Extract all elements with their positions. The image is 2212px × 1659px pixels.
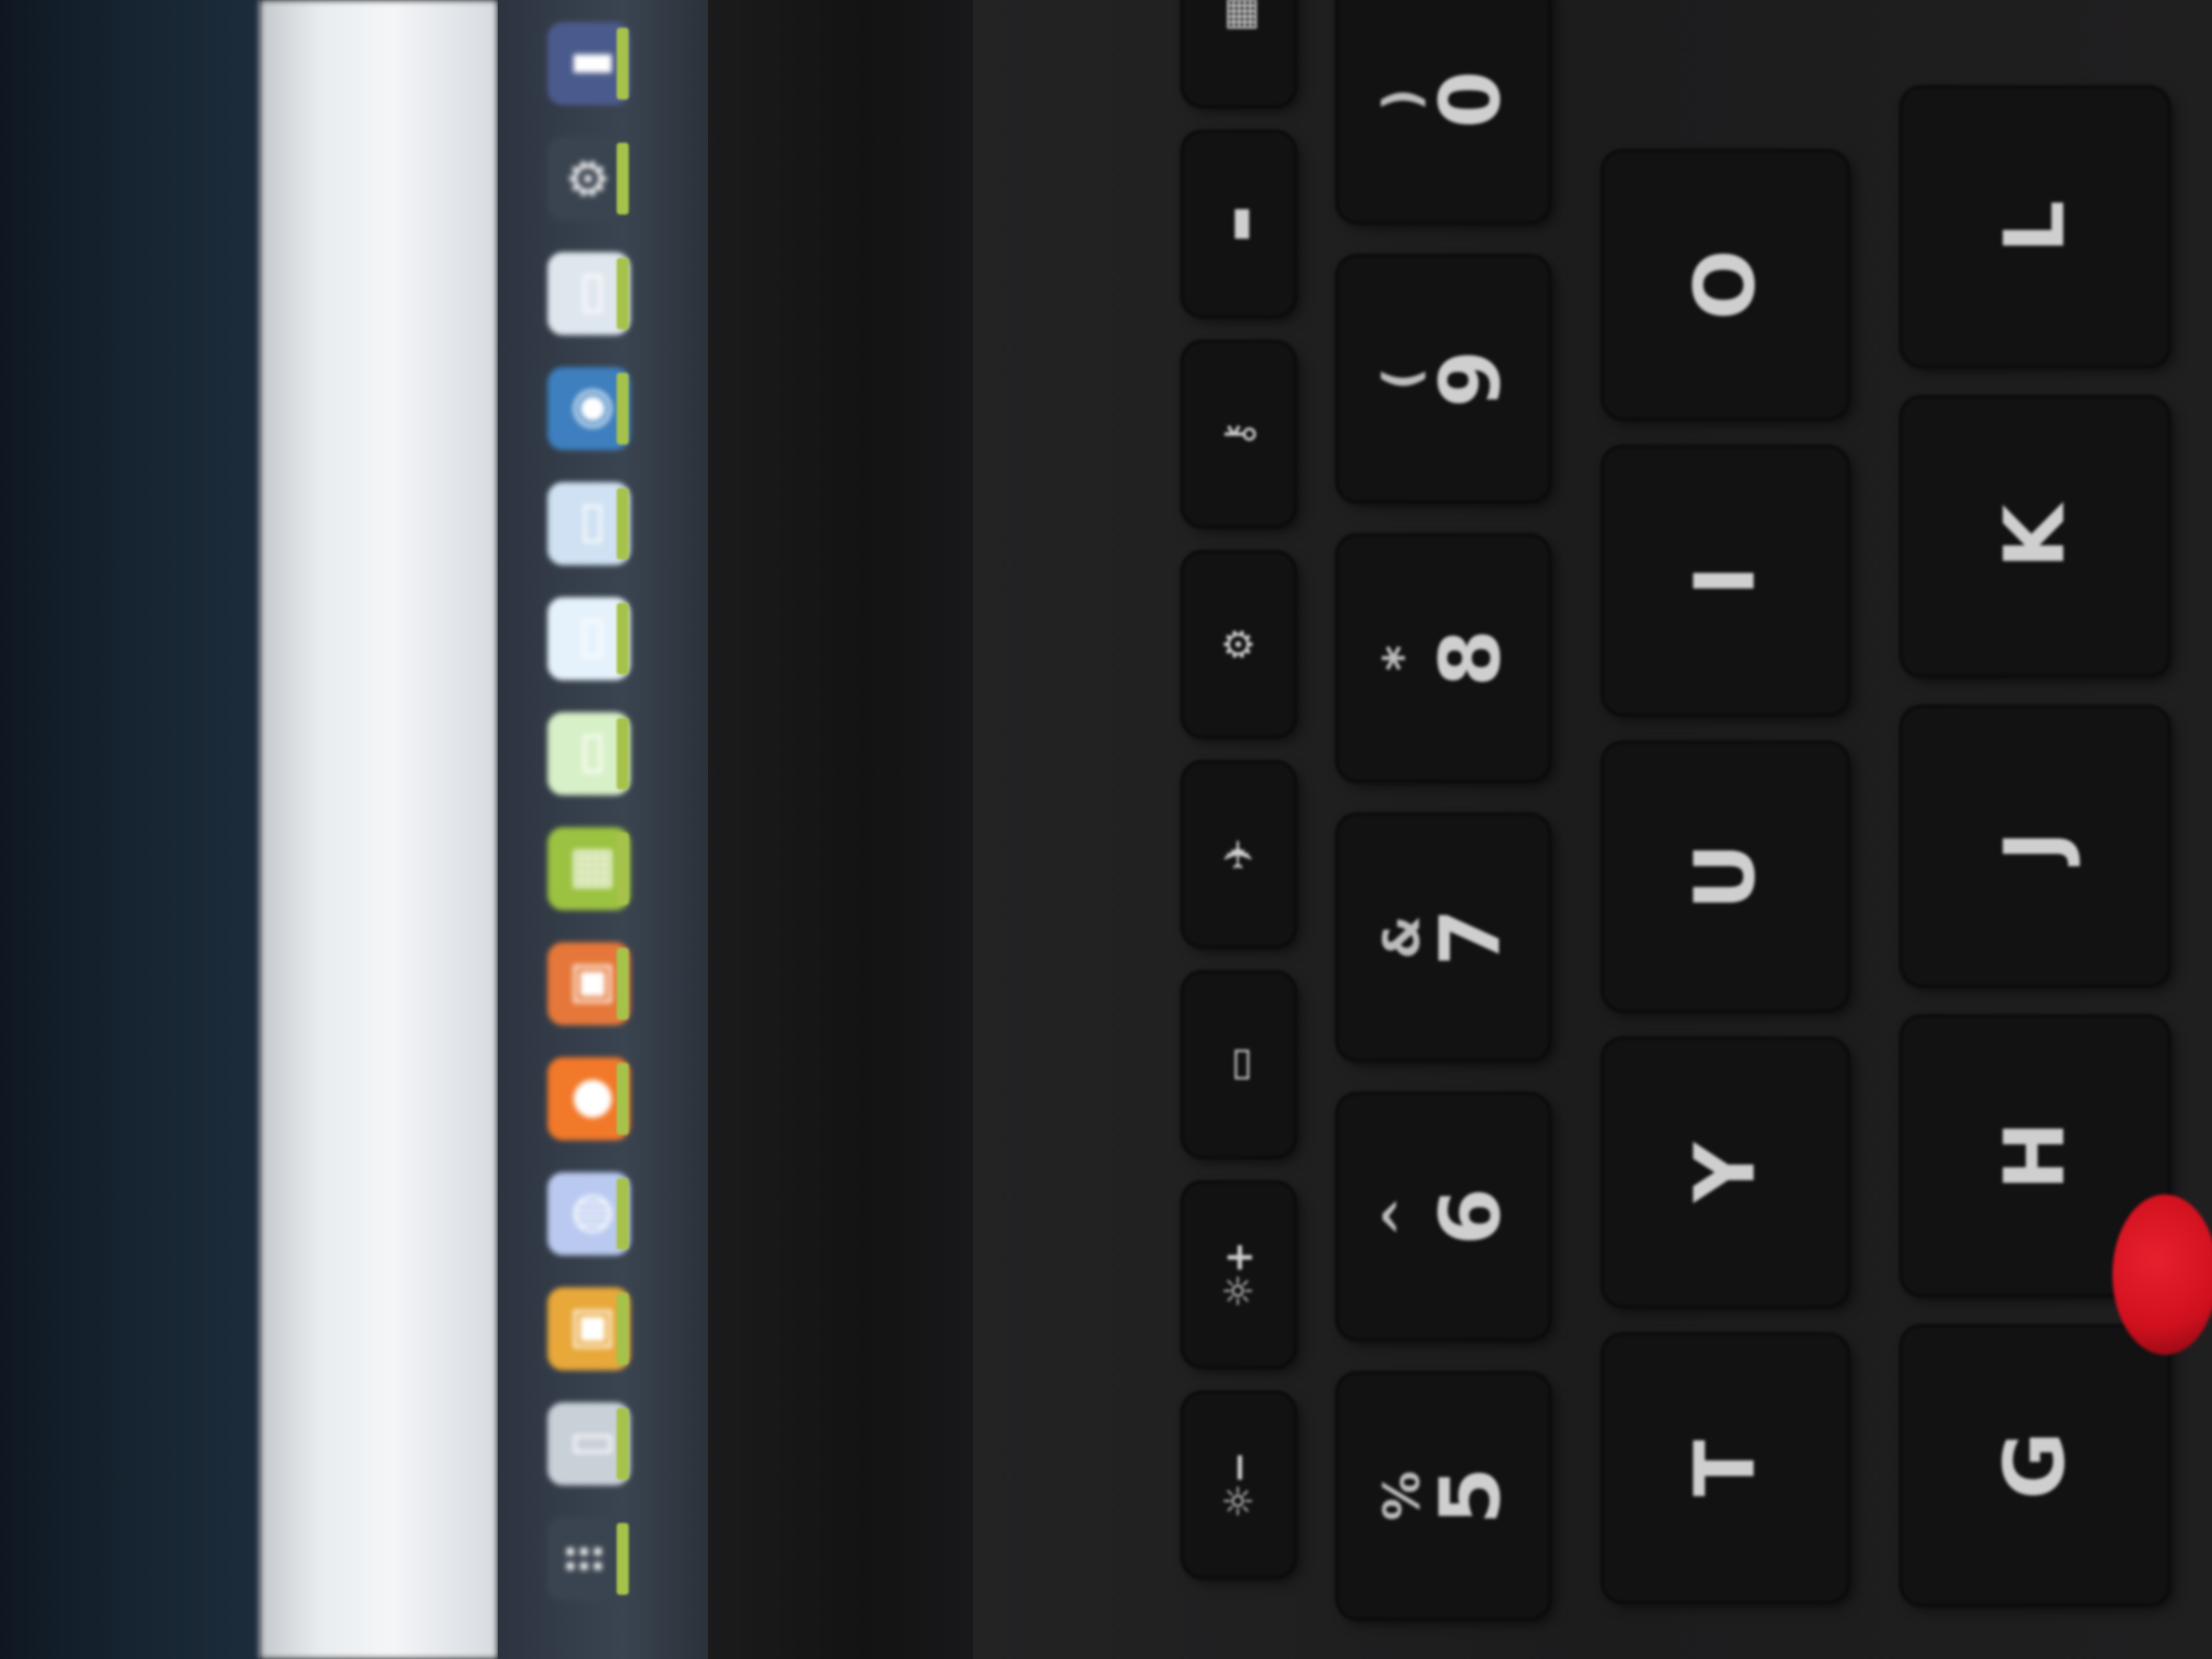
fkey-keyboard-backlight-icon[interactable]: ▬: [1183, 133, 1294, 315]
key-i[interactable]: I: [1604, 448, 1847, 713]
photo-scene: ▮ ⚙ ▭ ◉ ▭ ▭ ▭ ▦ ▣ ● ◍ ▣ ▯ ⠿ ☼− ☼+ ▭ ✈ ⚙ ⚷ ▬ ▦% 5 ^ 6 & 7 * 8(9) 0 T Y U…: [0, 0, 2212, 1659]
key-7-legend: & 7: [1373, 908, 1519, 967]
fkey-key-icon[interactable]: ⚷: [1183, 343, 1294, 525]
key-9-shift-legend: (: [1373, 367, 1431, 390]
key-u[interactable]: U: [1604, 744, 1847, 1009]
key-0[interactable]: ) 0: [1338, 0, 1548, 221]
key-8-legend: * 8: [1373, 629, 1519, 687]
running-indicator: [617, 603, 629, 675]
key-o-main-legend: O: [1677, 249, 1773, 320]
fkey-multitask-icon[interactable]: ▦: [1183, 0, 1294, 105]
key-6-shift-legend: ^: [1373, 1196, 1431, 1238]
fkey-wireless-icon-main-legend: ✈: [1216, 838, 1261, 871]
key-5-main-legend: 5: [1422, 1467, 1519, 1525]
key-6-legend: ^ 6: [1373, 1187, 1519, 1246]
key-t[interactable]: T: [1604, 1335, 1847, 1601]
key-6-main-legend: 6: [1422, 1187, 1519, 1246]
key-0-legend: ) 0: [1373, 70, 1519, 129]
key-5-shift-legend: %: [1373, 1470, 1431, 1521]
key-i-main-legend: I: [1677, 565, 1773, 596]
fkey-wireless-icon[interactable]: ✈: [1183, 763, 1294, 946]
fkey-keyboard-backlight-icon-legend: ▬: [1216, 205, 1261, 243]
running-indicator: [617, 28, 629, 100]
key-l[interactable]: L: [1902, 88, 2168, 365]
fkey-brightness-up-icon-main-legend: ☼+: [1216, 1241, 1261, 1308]
key-o-legend: O: [1677, 249, 1773, 320]
running-indicator: [617, 373, 629, 445]
key-8[interactable]: * 8: [1338, 536, 1548, 780]
fkey-keyboard-backlight-icon-main-legend: ▬: [1216, 205, 1261, 243]
key-g-legend: G: [1987, 1431, 2083, 1500]
fkey-brightness-down-icon-main-legend: ☼−: [1216, 1451, 1261, 1519]
key-8-shift-legend: *: [1373, 645, 1431, 671]
key-y-legend: Y: [1677, 1142, 1773, 1203]
fkey-wireless-icon-legend: ✈: [1216, 838, 1261, 871]
key-k[interactable]: K: [1902, 398, 2168, 675]
fkey-settings-icon-main-legend: ⚙: [1216, 627, 1261, 662]
open-window: [260, 0, 498, 1659]
key-5-legend: % 5: [1373, 1467, 1519, 1525]
key-9[interactable]: (9: [1338, 257, 1548, 500]
key-0-shift-legend: ): [1373, 88, 1431, 111]
fkey-brightness-down-icon[interactable]: ☼−: [1183, 1394, 1294, 1576]
key-j[interactable]: J: [1902, 708, 2168, 984]
key-u-legend: U: [1677, 843, 1773, 910]
key-o[interactable]: O: [1604, 152, 1847, 418]
key-g-main-legend: G: [1987, 1431, 2083, 1500]
key-y[interactable]: Y: [1604, 1040, 1847, 1305]
key-7-shift-legend: &: [1373, 915, 1431, 959]
key-g[interactable]: G: [1902, 1327, 2168, 1604]
fkey-multitask-icon-legend: ▦: [1216, 0, 1261, 33]
running-indicator: [617, 488, 629, 560]
key-7-main-legend: 7: [1422, 908, 1519, 967]
key-j-legend: J: [1987, 831, 2083, 862]
key-9-legend: (9: [1373, 349, 1519, 408]
running-indicator: [617, 1178, 629, 1250]
key-5[interactable]: % 5: [1338, 1374, 1548, 1618]
running-indicator: [617, 1293, 629, 1365]
fkey-brightness-down-icon-legend: ☼−: [1216, 1451, 1261, 1519]
running-indicator: [617, 143, 629, 215]
fkey-key-icon-main-legend: ⚷: [1216, 420, 1261, 448]
running-indicator: [617, 258, 629, 330]
running-indicator: [617, 1523, 629, 1595]
running-indicator: [617, 948, 629, 1020]
key-7[interactable]: & 7: [1338, 816, 1548, 1059]
key-t-legend: T: [1677, 1439, 1773, 1497]
key-h-main-legend: H: [1987, 1121, 2083, 1191]
fkey-display-icon-legend: ▭: [1216, 1046, 1261, 1083]
key-0-main-legend: 0: [1422, 70, 1519, 129]
running-indicator: [617, 1063, 629, 1135]
key-l-legend: L: [1987, 200, 2083, 253]
running-indicator: [617, 1408, 629, 1480]
running-indicator: [617, 833, 629, 905]
key-8-main-legend: 8: [1422, 629, 1519, 687]
fkey-brightness-up-icon[interactable]: ☼+: [1183, 1183, 1294, 1366]
key-t-main-legend: T: [1677, 1439, 1773, 1497]
trackpoint[interactable]: [2112, 1194, 2212, 1355]
key-j-main-legend: J: [1987, 831, 2083, 862]
fkey-display-icon[interactable]: ▭: [1183, 973, 1294, 1156]
key-k-main-legend: K: [1987, 504, 2083, 569]
key-6[interactable]: ^ 6: [1338, 1095, 1548, 1338]
desktop-background: [0, 0, 260, 1659]
application-dock: ▮ ⚙ ▭ ◉ ▭ ▭ ▭ ▦ ▣ ● ◍ ▣ ▯ ⠿: [498, 0, 708, 1659]
fkey-key-icon-legend: ⚷: [1216, 420, 1261, 448]
fkey-brightness-up-icon-legend: ☼+: [1216, 1241, 1261, 1308]
fkey-settings-icon-legend: ⚙: [1216, 627, 1261, 662]
key-9-main-legend: 9: [1422, 349, 1519, 408]
running-indicator: [617, 718, 629, 790]
key-y-main-legend: Y: [1677, 1142, 1773, 1203]
fkey-display-icon-main-legend: ▭: [1216, 1046, 1261, 1083]
dock-running-indicators: [606, 0, 639, 1659]
key-i-legend: I: [1677, 565, 1773, 596]
key-u-main-legend: U: [1677, 843, 1773, 910]
fkey-multitask-icon-main-legend: ▦: [1216, 0, 1261, 33]
key-k-legend: K: [1987, 504, 2083, 569]
fkey-settings-icon[interactable]: ⚙: [1183, 553, 1294, 735]
key-h-legend: H: [1987, 1121, 2083, 1191]
laptop-bezel: [708, 0, 973, 1659]
key-l-main-legend: L: [1987, 200, 2083, 253]
